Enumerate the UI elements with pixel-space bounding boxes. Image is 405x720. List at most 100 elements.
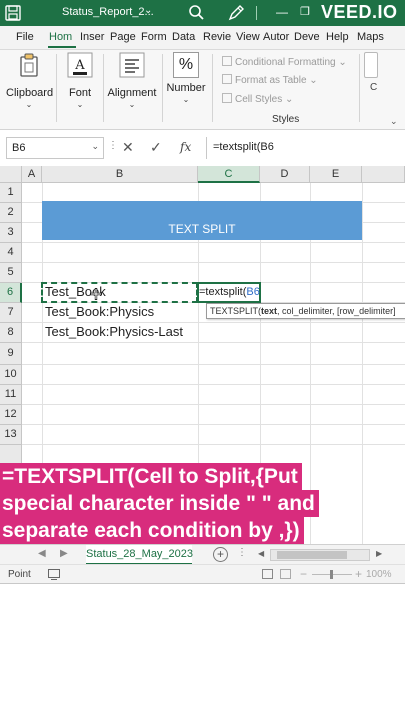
chevron-down-icon: ⌄ [76, 100, 84, 109]
more-icon[interactable]: ⋮ [237, 547, 247, 558]
minimize-button[interactable]: — [276, 5, 288, 19]
chevron-down-icon[interactable]: ⌄ [91, 141, 99, 152]
column-header-c[interactable]: C [198, 166, 260, 183]
tab-data[interactable]: Data [172, 31, 195, 43]
active-tab-indicator [48, 46, 76, 48]
gridline [22, 404, 405, 405]
select-all-corner[interactable] [0, 166, 22, 183]
zoom-out-button[interactable]: − [300, 567, 307, 581]
sheet-tab-bar: ◀ ▶ Status_28_May_2023 + ⋮ ◀ ▶ [0, 544, 405, 565]
text-split-banner[interactable]: TEXT SPLIT [42, 201, 362, 240]
zoom-slider-handle[interactable] [330, 570, 333, 579]
horizontal-scrollbar[interactable] [270, 549, 370, 561]
tab-view[interactable]: View [236, 31, 260, 43]
name-box[interactable]: B6 ⌄ [6, 137, 104, 159]
formula-text: =textsplit( [199, 286, 247, 298]
previous-sheet-icon[interactable]: ◀ [38, 548, 46, 559]
ribbon-tabs: File Hom Inser Page Form Data Revie View… [0, 26, 405, 50]
tab-page-layout[interactable]: Page [110, 31, 136, 43]
cell-b8[interactable]: Test_Book:Physics-Last [45, 324, 183, 339]
zoom-in-button[interactable]: + [355, 567, 362, 581]
tab-review[interactable]: Revie [203, 31, 231, 43]
scroll-right-icon[interactable]: ▶ [376, 549, 382, 558]
row-header-10[interactable]: 10 [0, 365, 22, 385]
column-header-a[interactable]: A [22, 166, 42, 183]
cell-c6-formula: =textsplit(B6 [199, 286, 260, 298]
next-sheet-icon[interactable]: ▶ [60, 548, 68, 559]
tab-maps[interactable]: Maps [357, 31, 384, 43]
add-sheet-button[interactable]: + [213, 547, 228, 562]
cancel-icon[interactable]: ✕ [122, 139, 134, 156]
tab-help[interactable]: Help [326, 31, 349, 43]
clipboard-label: Clipboard [6, 87, 54, 99]
column-header-d[interactable]: D [260, 166, 310, 183]
number-label: Number [166, 82, 206, 94]
clipboard-icon [20, 53, 38, 77]
normal-view-icon[interactable] [262, 569, 273, 579]
column-header-f[interactable] [362, 166, 405, 183]
caption-overlay: =TEXTSPLIT(Cell to Split,{Put special ch… [0, 463, 405, 545]
title-separator [256, 6, 257, 20]
tab-developer[interactable]: Deve [294, 31, 320, 43]
alignment-group[interactable]: Alignment ⌄ [107, 52, 157, 109]
formula-input[interactable]: =textsplit(B6 [206, 137, 405, 159]
cell-b7[interactable]: Test_Book:Physics [45, 304, 154, 319]
chevron-down-icon: ⌄ [128, 100, 136, 109]
tab-home[interactable]: Hom [49, 31, 72, 43]
row-header-13[interactable]: 13 [0, 425, 22, 445]
cross-cursor-icon [90, 288, 102, 300]
row-header-9[interactable]: 9 [0, 343, 22, 365]
zoom-level[interactable]: 100% [366, 569, 392, 580]
title-bar: Status_Report_2... ⌄ — ❐ VEED.IO [0, 0, 405, 26]
row-header-5[interactable]: 5 [0, 263, 22, 283]
gridline [22, 444, 405, 445]
cell-styles-button[interactable]: Cell Styles ⌄ [222, 93, 293, 105]
ribbon-separator [103, 54, 104, 122]
row-header-6[interactable]: 6 [0, 283, 22, 303]
row-header-2[interactable]: 2 [0, 203, 22, 223]
gridline [22, 342, 405, 343]
chevron-down-icon: ⌄ [338, 57, 347, 68]
enter-icon[interactable]: ✓ [150, 139, 162, 156]
page-layout-view-icon[interactable] [280, 569, 291, 579]
insert-function-icon[interactable]: fx [180, 140, 191, 154]
row-header-3[interactable]: 3 [0, 223, 22, 243]
restore-button[interactable]: ❐ [300, 5, 310, 18]
name-box-value: B6 [12, 142, 26, 154]
pen-icon[interactable] [226, 3, 246, 23]
tab-automate[interactable]: Autor [263, 31, 289, 43]
clipboard-group[interactable]: Clipboard ⌄ [6, 52, 54, 109]
more-icon[interactable]: ⋮ [108, 140, 118, 151]
column-header-e[interactable]: E [310, 166, 362, 183]
scrollbar-thumb[interactable] [277, 551, 347, 559]
cells-group-icon[interactable] [364, 52, 378, 78]
font-group[interactable]: A Font ⌄ [62, 52, 98, 109]
scroll-left-icon[interactable]: ◀ [258, 549, 264, 558]
chevron-down-icon: ⌄ [25, 100, 33, 109]
tab-file[interactable]: File [16, 31, 34, 43]
row-header-12[interactable]: 12 [0, 405, 22, 425]
number-group[interactable]: % Number ⌄ [166, 52, 206, 104]
row-header-1[interactable]: 1 [0, 183, 22, 203]
conditional-formatting-button[interactable]: Conditional Formatting ⌄ [222, 56, 347, 68]
save-icon[interactable] [4, 4, 22, 22]
conditional-formatting-icon [222, 56, 232, 66]
row-header-8[interactable]: 8 [0, 323, 22, 343]
conditional-formatting-label: Conditional Formatting [235, 57, 336, 68]
row-header-7[interactable]: 7 [0, 303, 22, 323]
tab-insert[interactable]: Inser [80, 31, 104, 43]
search-icon[interactable] [186, 3, 206, 23]
row-header-4[interactable]: 4 [0, 243, 22, 263]
percent-icon: % [173, 52, 199, 78]
column-header-b[interactable]: B [42, 166, 198, 183]
tab-formulas[interactable]: Form [141, 31, 167, 43]
function-tooltip[interactable]: TEXTSPLIT(text, col_delimiter, [row_deli… [206, 303, 405, 319]
format-as-table-button[interactable]: Format as Table ⌄ [222, 74, 318, 86]
row-header-11[interactable]: 11 [0, 385, 22, 405]
format-as-table-label: Format as Table [235, 75, 307, 86]
title-dropdown-icon[interactable]: ⌄ [144, 5, 152, 16]
accessibility-icon[interactable] [48, 569, 60, 580]
sheet-tab-active[interactable]: Status_28_May_2023 [86, 545, 193, 565]
excel-window: Status_Report_2... ⌄ — ❐ VEED.IO File Ho… [0, 0, 405, 720]
collapse-ribbon-icon[interactable]: ⌄ [390, 116, 398, 127]
